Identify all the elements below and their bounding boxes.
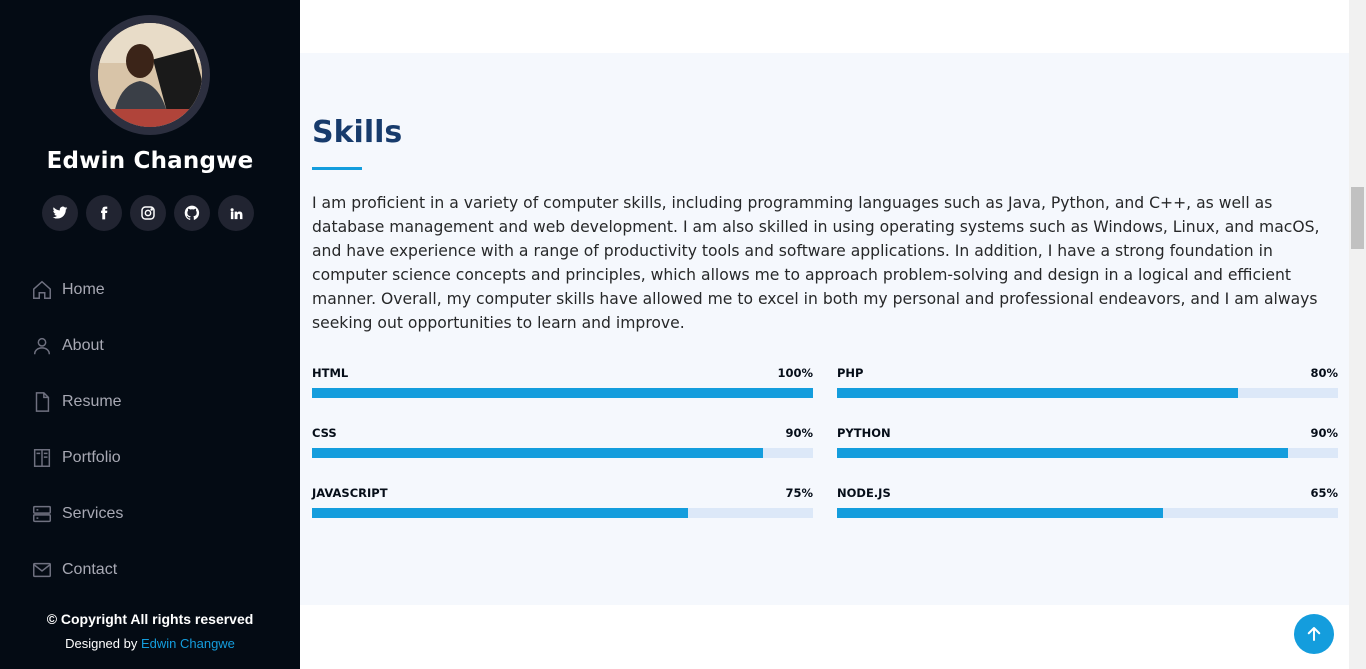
skill-javascript: JAVASCRIPT 75% (312, 486, 813, 518)
envelope-icon (30, 558, 54, 582)
progress-track (837, 508, 1338, 518)
section-title: Skills (312, 115, 403, 150)
progress-track (312, 508, 813, 518)
progress-track (312, 388, 813, 398)
nav-item-services[interactable]: Services (30, 486, 270, 542)
progress-track (312, 448, 813, 458)
skill-python: PYTHON 90% (837, 426, 1338, 458)
progress-fill (312, 508, 688, 518)
nav-label: Home (62, 281, 105, 298)
sidebar: Edwin Changwe Home About Resume Portfoli… (0, 0, 300, 669)
nav-item-resume[interactable]: Resume (30, 374, 270, 430)
sidebar-nav: Home About Resume Portfolio Services Con… (30, 262, 270, 598)
nav-item-portfolio[interactable]: Portfolio (30, 430, 270, 486)
instagram-icon[interactable] (130, 195, 166, 231)
progress-fill (837, 388, 1238, 398)
nav-item-contact[interactable]: Contact (30, 542, 270, 598)
main-content: Skills I am proficient in a variety of c… (300, 0, 1349, 669)
nav-label: Services (62, 505, 124, 522)
skill-php: PHP 80% (837, 366, 1338, 398)
profile-name: Edwin Changwe (46, 148, 254, 174)
title-underline (312, 167, 362, 170)
skill-percent: 90% (785, 426, 813, 440)
avatar (90, 15, 210, 135)
skill-name: NODE.JS (837, 486, 891, 500)
skills-section: Skills I am proficient in a variety of c… (300, 53, 1349, 605)
book-icon (30, 446, 54, 470)
skill-percent: 90% (1310, 426, 1338, 440)
twitter-icon[interactable] (42, 195, 78, 231)
progress-fill (312, 388, 813, 398)
back-to-top-button[interactable] (1294, 614, 1334, 654)
social-links (42, 195, 254, 231)
skill-nodejs: NODE.JS 65% (837, 486, 1338, 518)
scrollbar[interactable] (1349, 0, 1366, 669)
skill-name: HTML (312, 366, 349, 380)
credits: Designed by Edwin Changwe (0, 636, 300, 651)
nav-label: About (62, 337, 104, 354)
designer-link[interactable]: Edwin Changwe (141, 636, 235, 651)
skill-percent: 100% (777, 366, 813, 380)
nav-item-about[interactable]: About (30, 318, 270, 374)
person-icon (30, 334, 54, 358)
progress-fill (837, 508, 1163, 518)
file-icon (30, 390, 54, 414)
facebook-icon[interactable] (86, 195, 122, 231)
arrow-up-icon (1307, 627, 1321, 641)
progress-track (837, 388, 1338, 398)
skill-css: CSS 90% (312, 426, 813, 458)
scrollbar-thumb[interactable] (1351, 187, 1364, 249)
progress-fill (312, 448, 763, 458)
skill-percent: 80% (1310, 366, 1338, 380)
github-icon[interactable] (174, 195, 210, 231)
skills-description: I am proficient in a variety of computer… (312, 194, 1320, 332)
linkedin-icon[interactable] (218, 195, 254, 231)
skill-percent: 75% (785, 486, 813, 500)
skill-name: JAVASCRIPT (312, 486, 388, 500)
nav-label: Contact (62, 561, 118, 578)
skill-name: CSS (312, 426, 337, 440)
skill-name: PYTHON (837, 426, 891, 440)
credits-prefix: Designed by (65, 636, 141, 651)
nav-item-home[interactable]: Home (30, 262, 270, 318)
skill-name: PHP (837, 366, 864, 380)
skill-html: HTML 100% (312, 366, 813, 398)
skill-percent: 65% (1310, 486, 1338, 500)
progress-fill (837, 448, 1288, 458)
nav-label: Resume (62, 393, 122, 410)
nav-label: Portfolio (62, 449, 121, 466)
home-icon (30, 278, 54, 302)
server-icon (30, 502, 54, 526)
progress-track (837, 448, 1338, 458)
copyright-text: © Copyright All rights reserved (46, 611, 254, 627)
